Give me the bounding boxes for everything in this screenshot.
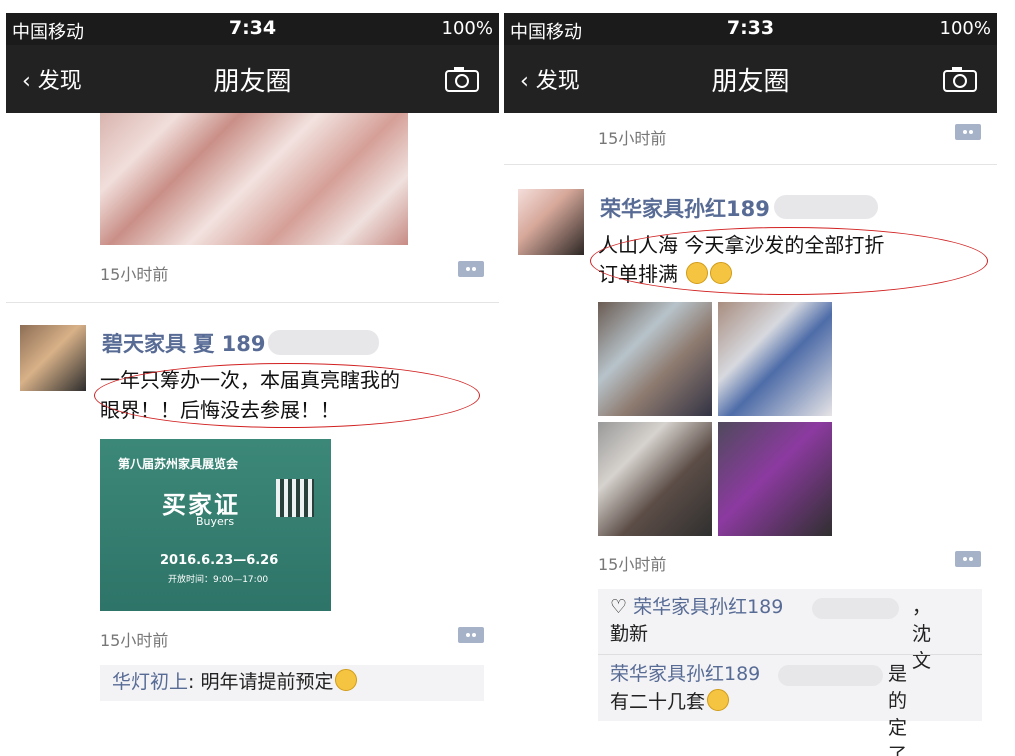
likes-line: ♡ 荣华家具孙红189 ，沈文 — [610, 594, 931, 672]
photo-date: 2016.6.23—6.26 — [160, 553, 279, 568]
moments-feed: 15小时前 荣华家具孙红189 人山人海 今天拿沙发的全部打折 订单排满 15小… — [504, 113, 997, 756]
navigation-bar: ‹ 发现 朋友圈 — [504, 45, 997, 113]
crowd-photo-2[interactable] — [718, 302, 832, 416]
comment-icon[interactable] — [955, 124, 981, 140]
page-title: 朋友圈 — [711, 67, 790, 97]
annotation-ellipse — [590, 227, 988, 295]
post-time: 15小时前 — [598, 555, 667, 574]
clock: 7:33 — [726, 17, 775, 39]
comment-icon[interactable] — [458, 627, 484, 643]
comment-text-part-1: 是的 定了 — [888, 663, 908, 756]
comment-text: 明年请提前预定 — [200, 671, 334, 693]
redaction-mask — [774, 195, 878, 219]
battery-label: 100% — [939, 18, 991, 39]
redaction-mask — [778, 665, 883, 686]
heart-icon: ♡ — [610, 596, 628, 618]
clock: 7:34 — [228, 17, 277, 39]
comment-line-2: 有二十几套 — [610, 689, 730, 716]
like-author[interactable]: 荣华家具孙红189 — [633, 596, 783, 618]
buyer-pass-photo[interactable]: 第八届苏州家具展览会 买家证 Buyers 2016.6.23—6.26 开放时… — [100, 439, 331, 611]
grin-emoji-icon — [335, 669, 358, 691]
left-phone-screen: 中国移动 7:34 100% ‹ 发现 朋友圈 15小时前 碧天家具 夏 189… — [6, 13, 499, 756]
likes-line-2: 勤新 — [610, 623, 649, 645]
comment-line: 华灯初上: 明年请提前预定 — [112, 669, 358, 696]
camera-icon[interactable] — [445, 65, 479, 93]
right-phone-screen: 中国移动 7:33 100% ‹ 发现 朋友圈 15小时前 荣华家具孙红189 … — [504, 13, 997, 756]
redaction-mask — [812, 598, 899, 619]
annotation-ellipse — [94, 363, 480, 428]
qr-code — [276, 479, 314, 517]
comment-author[interactable]: 荣华家具孙红189 — [610, 663, 760, 685]
moments-feed: 15小时前 碧天家具 夏 189 一年只筹办一次，本届真亮瞎我的 眼界！！后悔没… — [6, 113, 499, 756]
battery-label: 100% — [441, 18, 493, 39]
smile-emoji-icon — [707, 689, 730, 711]
status-bar: 中国移动 7:34 100% — [6, 13, 499, 45]
photo-brand-text: 第八届苏州家具展览会 — [118, 457, 239, 471]
avatar[interactable] — [518, 189, 584, 255]
crowd-photo-1[interactable] — [598, 302, 712, 416]
photo-hours: 开放时间：9:00—17:00 — [168, 575, 269, 585]
like-suffix: ，沈文 — [912, 596, 932, 672]
page-title: 朋友圈 — [213, 67, 292, 97]
money-photo[interactable] — [100, 113, 408, 245]
comment-text-part-2: 有二十几套 — [610, 691, 706, 713]
post-time: 15小时前 — [598, 129, 667, 148]
comment-icon[interactable] — [955, 551, 981, 567]
comment-divider — [598, 654, 982, 655]
crowd-photo-4[interactable] — [718, 422, 832, 536]
camera-icon[interactable] — [943, 65, 977, 93]
redaction-mask — [268, 330, 379, 355]
comment-author[interactable]: 华灯初上 — [112, 671, 188, 693]
post-time: 15小时前 — [100, 265, 169, 284]
post-divider — [504, 164, 997, 165]
author-name[interactable]: 荣华家具孙红189 — [600, 193, 770, 223]
photo-subtitle: Buyers — [196, 515, 235, 528]
status-bar: 中国移动 7:33 100% — [504, 13, 997, 45]
author-name[interactable]: 碧天家具 夏 189 — [102, 328, 265, 358]
navigation-bar: ‹ 发现 朋友圈 — [6, 45, 499, 113]
comment-line-1: 荣华家具孙红189 是的 定了 — [610, 661, 907, 756]
crowd-photo-3[interactable] — [598, 422, 712, 536]
comment-icon[interactable] — [458, 261, 484, 277]
post-time: 15小时前 — [100, 631, 169, 650]
avatar[interactable] — [20, 325, 86, 391]
post-divider — [6, 302, 499, 303]
